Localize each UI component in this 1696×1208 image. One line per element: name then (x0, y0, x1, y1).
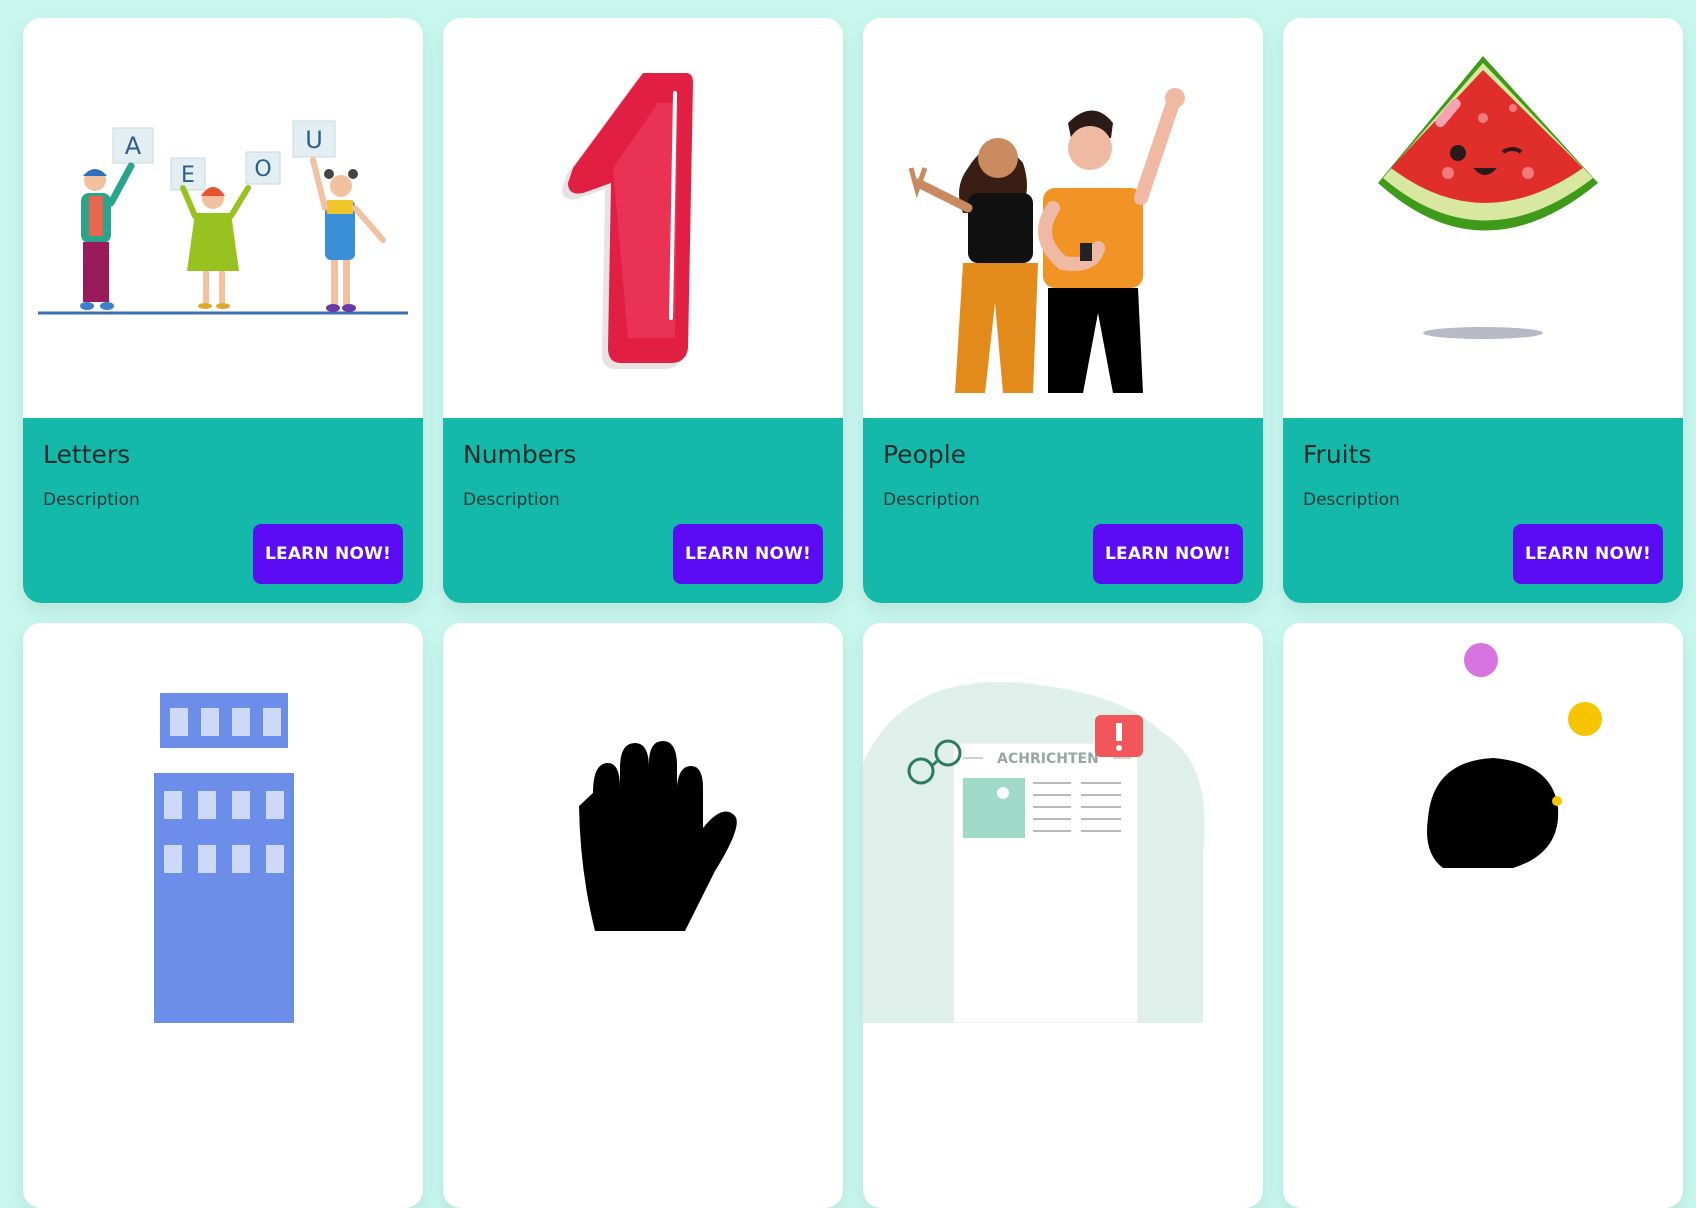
people-illustration (863, 18, 1263, 418)
learn-now-button[interactable]: LEARN NOW! (1093, 524, 1243, 584)
buildings-illustration (23, 623, 423, 1023)
newspaper-illustration: ACHRICHTEN (863, 623, 1263, 1023)
card-description: Description (883, 490, 980, 510)
learn-now-button[interactable]: LEARN NOW! (1513, 524, 1663, 584)
letters-illustration: A E O U (23, 18, 423, 418)
topic-card-blob (1283, 623, 1683, 1208)
topic-card-hand (443, 623, 843, 1208)
topic-card-news: ACHRICHTEN (863, 623, 1263, 1208)
topic-card-letters: A E O U Letters Description LEARN NOW! (23, 18, 423, 603)
card-footer: Fruits Description LEARN NOW! (1283, 418, 1683, 603)
newspaper-heading: ACHRICHTEN (997, 751, 1099, 767)
card-footer: Letters Description LEARN NOW! (23, 418, 423, 603)
letter-a: A (125, 132, 142, 160)
topic-card-buildings (23, 623, 423, 1208)
topic-card-people: People Description LEARN NOW! (863, 18, 1263, 603)
number-one-illustration (443, 18, 843, 418)
topic-card-fruits: Fruits Description LEARN NOW! (1283, 18, 1683, 603)
card-description: Description (1303, 490, 1400, 510)
blob-illustration (1283, 623, 1683, 1023)
card-title: Fruits (1303, 440, 1372, 469)
card-description: Description (43, 490, 140, 510)
hand-silhouette-illustration (443, 623, 843, 1023)
card-footer: Numbers Description LEARN NOW! (443, 418, 843, 603)
topic-card-numbers: Numbers Description LEARN NOW! (443, 18, 843, 603)
card-title: Numbers (463, 440, 577, 469)
learn-now-button[interactable]: LEARN NOW! (253, 524, 403, 584)
card-footer: People Description LEARN NOW! (863, 418, 1263, 603)
letter-u: U (305, 126, 323, 154)
letter-o: O (254, 157, 271, 182)
learn-now-button[interactable]: LEARN NOW! (673, 524, 823, 584)
card-title: People (883, 440, 967, 469)
letter-e: E (181, 163, 195, 188)
card-title: Letters (43, 440, 131, 469)
card-description: Description (463, 490, 560, 510)
topics-grid: A E O U Letters Description LEARN NOW! N… (23, 18, 1683, 1208)
watermelon-illustration (1283, 18, 1683, 418)
